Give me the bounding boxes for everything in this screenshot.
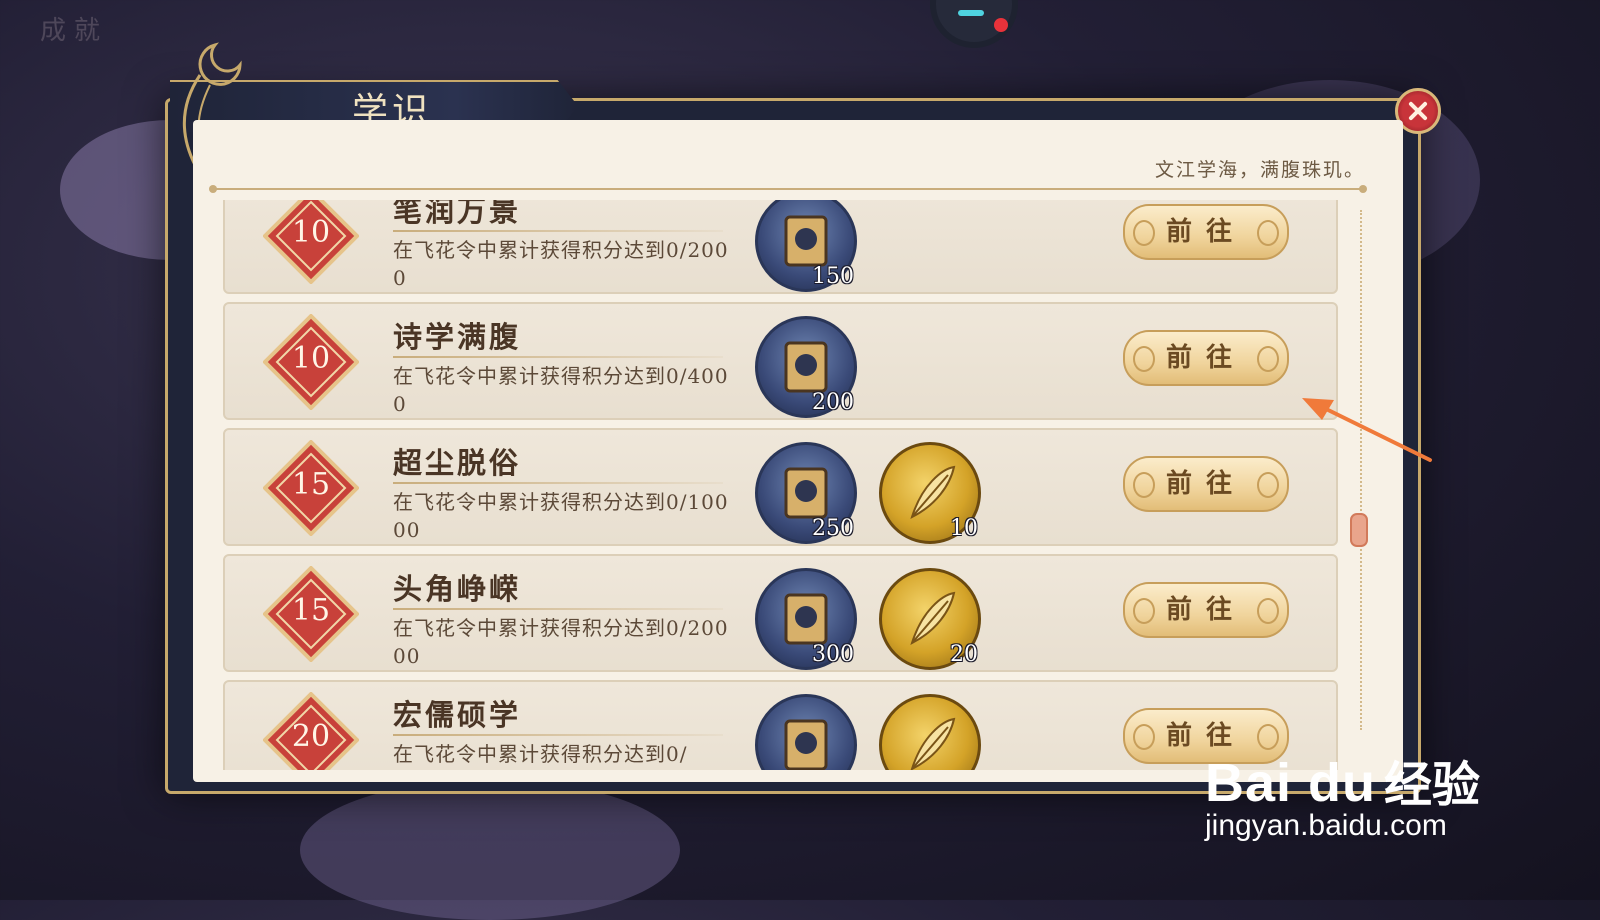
go-button[interactable]: 前往	[1123, 204, 1289, 260]
achievement-list[interactable]: 10 笔润万景 在飞花令中累计获得积分达到0/2000 150 前往 10 诗学…	[223, 200, 1343, 770]
reward-count: 250	[812, 516, 854, 541]
reward-bag-icon	[755, 694, 857, 770]
achievement-title: 诗学满腹	[393, 320, 522, 354]
points-value: 20	[292, 719, 330, 754]
reward-count: 150	[812, 264, 854, 289]
go-button[interactable]: 前往	[1123, 330, 1289, 386]
points-value: 10	[292, 215, 330, 250]
achievement-title: 宏儒硕学	[393, 698, 522, 732]
title-underline	[393, 482, 723, 484]
panel-subtitle: 文江学海，满腹珠玑。	[1154, 159, 1365, 181]
reward-feather-icon	[879, 694, 981, 770]
points-badge-icon: 10	[263, 200, 359, 284]
notification-dot	[994, 18, 1008, 32]
achievement-desc: 在飞花令中累计获得积分达到0/10000	[393, 490, 729, 542]
title-underline	[393, 734, 723, 736]
background-glow	[300, 780, 680, 920]
points-value: 15	[292, 593, 330, 628]
top-dial-icon	[930, 0, 1018, 48]
baidu-watermark: Bai du 经验 jingyan.baidu.com	[1205, 745, 1480, 843]
achievement-panel: 文江学海，满腹珠玑。 10 笔润万景 在飞花令中累计获得积分达到0/2000 1…	[193, 120, 1403, 782]
watermark-url: jingyan.baidu.com	[1205, 809, 1447, 842]
points-badge-icon: 15	[263, 566, 359, 662]
scrollbar-track[interactable]	[1360, 210, 1366, 730]
annotation-arrow-icon	[1302, 398, 1432, 462]
reward-feather-icon: 10	[879, 442, 981, 544]
reward-feather-icon: 20	[879, 568, 981, 670]
dial-accent	[958, 10, 984, 16]
reward-bag-icon: 200	[755, 316, 857, 418]
title-underline	[393, 230, 723, 232]
reward-count: 300	[812, 642, 854, 667]
points-badge-icon: 10	[263, 314, 359, 410]
achievement-desc: 在飞花令中累计获得积分达到0/	[393, 742, 688, 766]
scrollbar-thumb[interactable]	[1350, 513, 1368, 547]
reward-count: 10	[950, 516, 978, 541]
reward-count: 200	[812, 390, 854, 415]
list-item: 20 宏儒硕学 在飞花令中累计获得积分达到0/ 前往	[223, 680, 1338, 770]
go-button[interactable]: 前往	[1123, 456, 1289, 512]
list-item: 10 笔润万景 在飞花令中累计获得积分达到0/2000 150 前往	[223, 200, 1338, 294]
list-item: 10 诗学满腹 在飞花令中累计获得积分达到0/4000 200 前往	[223, 302, 1338, 420]
points-badge-icon: 15	[263, 440, 359, 536]
faded-screen-title: 成就	[40, 16, 109, 46]
achievement-title: 笔润万景	[393, 200, 522, 228]
header-divider	[209, 185, 1367, 193]
achievement-title: 头角峥嵘	[393, 572, 522, 606]
points-value: 10	[292, 341, 330, 376]
list-item: 15 超尘脱俗 在飞花令中累计获得积分达到0/10000 250 10 前往	[223, 428, 1338, 546]
title-underline	[393, 356, 723, 358]
achievement-title: 超尘脱俗	[393, 446, 522, 480]
achievement-desc: 在飞花令中累计获得积分达到0/2000	[393, 238, 729, 290]
list-item: 15 头角峥嵘 在飞花令中累计获得积分达到0/20000 300 20 前往	[223, 554, 1338, 672]
go-button[interactable]: 前往	[1123, 582, 1289, 638]
achievement-desc: 在飞花令中累计获得积分达到0/20000	[393, 616, 729, 668]
watermark-cn: 经验	[1384, 759, 1481, 812]
achievement-desc: 在飞花令中累计获得积分达到0/4000	[393, 364, 729, 416]
title-underline	[393, 608, 723, 610]
points-value: 15	[292, 467, 330, 502]
watermark-logo: Bai du	[1205, 753, 1377, 813]
reward-count: 20	[950, 642, 978, 667]
reward-bag-icon: 300	[755, 568, 857, 670]
reward-bag-icon: 250	[755, 442, 857, 544]
points-badge-icon: 20	[263, 692, 359, 770]
reward-bag-icon: 150	[755, 200, 857, 292]
